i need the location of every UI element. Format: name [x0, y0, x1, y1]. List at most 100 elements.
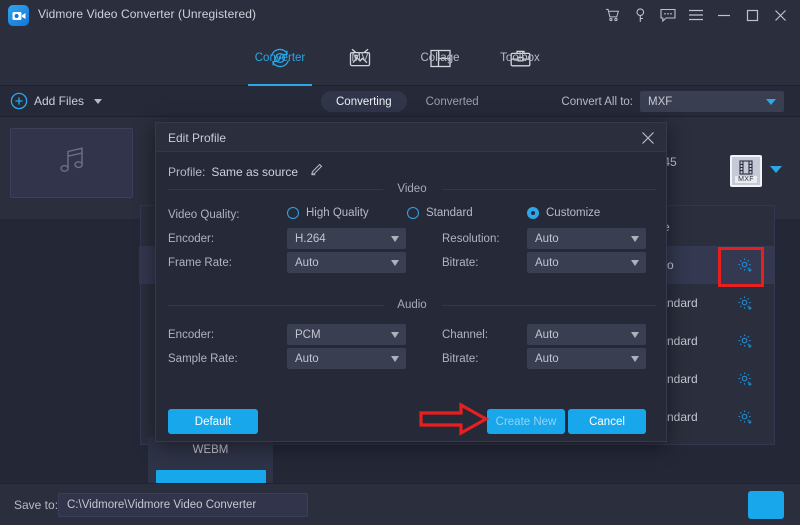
- add-files-button[interactable]: Add Files: [10, 92, 102, 110]
- chevron-down-icon: [766, 99, 776, 105]
- audio-channel-label: Channel:: [442, 329, 488, 341]
- audio-encoder-label: Encoder:: [168, 329, 214, 341]
- tab-mv[interactable]: MV: [320, 30, 400, 86]
- audio-encoder-value: PCM: [295, 329, 321, 341]
- cart-icon[interactable]: [598, 0, 626, 30]
- radio-standard-label: Standard: [426, 207, 473, 219]
- maximize-icon[interactable]: [738, 0, 766, 30]
- status-tabs: Converting Converted: [321, 91, 494, 112]
- audio-encoder-select[interactable]: PCM: [287, 324, 406, 345]
- chevron-down-icon: [391, 332, 399, 338]
- video-quality-label: Video Quality:: [168, 209, 239, 221]
- save-to-label: Save to:: [14, 498, 58, 512]
- audio-channel-value: Auto: [535, 329, 559, 341]
- convert-all-value: MXF: [648, 96, 672, 108]
- tab-collage-label: Collage: [421, 52, 460, 64]
- convert-all-label: Convert All to:: [561, 96, 633, 108]
- gear-plus-icon[interactable]: [737, 409, 754, 426]
- profile-row: Profile: Same as source: [168, 163, 323, 181]
- close-icon[interactable]: [640, 130, 656, 146]
- tab-converting[interactable]: Converting: [321, 91, 407, 112]
- dialog-title: Edit Profile: [168, 131, 226, 145]
- convert-all-button[interactable]: [748, 491, 784, 519]
- profile-label: Profile:: [168, 165, 205, 179]
- video-resolution-value: Auto: [535, 233, 559, 245]
- dialog-header: Edit Profile: [156, 123, 666, 152]
- file-format-badge[interactable]: MXF: [730, 155, 762, 187]
- menu-icon[interactable]: [682, 0, 710, 30]
- convert-all-to: Convert All to: MXF: [561, 91, 784, 112]
- radio-high-quality[interactable]: High Quality: [287, 207, 369, 219]
- main-nav: Converter MV: [0, 30, 800, 86]
- video-bitrate-value: Auto: [535, 257, 559, 269]
- cancel-button[interactable]: Cancel: [568, 409, 646, 434]
- audio-bitrate-select[interactable]: Auto: [527, 348, 646, 369]
- window-controls: [598, 0, 794, 30]
- tab-toolbox-label: Toolbox: [500, 52, 540, 64]
- chevron-down-icon: [391, 260, 399, 266]
- file-format-badge-label: MXF: [735, 176, 757, 183]
- app-title: Vidmore Video Converter (Unregistered): [38, 7, 256, 21]
- video-resolution-label: Resolution:: [442, 233, 500, 245]
- tab-converter-label: Converter: [255, 52, 306, 64]
- radio-customize-label: Customize: [546, 207, 600, 219]
- radio-high-quality-label: High Quality: [306, 207, 369, 219]
- app-logo-icon: [8, 5, 29, 26]
- radio-dot: [407, 207, 419, 219]
- file-format-chevron-icon[interactable]: [770, 166, 782, 173]
- audio-samplerate-select[interactable]: Auto: [287, 348, 406, 369]
- pencil-icon[interactable]: [310, 163, 323, 181]
- convert-all-select[interactable]: MXF: [640, 91, 784, 112]
- audio-channel-select[interactable]: Auto: [527, 324, 646, 345]
- gear-plus-icon[interactable]: [737, 295, 754, 312]
- tab-toolbox[interactable]: Toolbox: [480, 30, 560, 86]
- chevron-down-icon: [631, 260, 639, 266]
- video-resolution-select[interactable]: Auto: [527, 228, 646, 249]
- gear-plus-icon[interactable]: [737, 333, 754, 350]
- plus-circle-icon: [10, 92, 28, 110]
- radio-standard[interactable]: Standard: [407, 207, 473, 219]
- video-bitrate-select[interactable]: Auto: [527, 252, 646, 273]
- feedback-icon[interactable]: [654, 0, 682, 30]
- chevron-down-icon: [631, 236, 639, 242]
- profile-value: Same as source: [211, 165, 298, 179]
- close-icon[interactable]: [766, 0, 794, 30]
- create-new-button[interactable]: Create New: [487, 409, 565, 434]
- video-encoder-value: H.264: [295, 233, 326, 245]
- edit-profile-dialog: Edit Profile Profile: Same as source Vid…: [155, 122, 667, 442]
- chevron-down-icon: [631, 332, 639, 338]
- annotation-arrow: [419, 402, 489, 441]
- video-framerate-label: Frame Rate:: [168, 257, 232, 269]
- save-bar: Save to: C:\Vidmore\Vidmore Video Conver…: [0, 483, 800, 525]
- radio-dot: [287, 207, 299, 219]
- audio-samplerate-label: Sample Rate:: [168, 353, 238, 365]
- key-icon[interactable]: [626, 0, 654, 30]
- tab-converted[interactable]: Converted: [411, 91, 494, 112]
- default-button[interactable]: Default: [168, 409, 258, 434]
- annotation-highlight-box: [718, 247, 764, 287]
- minimize-icon[interactable]: [710, 0, 738, 30]
- add-files-label: Add Files: [34, 94, 84, 108]
- toolbar: Add Files Converting Converted Convert A…: [0, 86, 800, 117]
- audio-samplerate-value: Auto: [295, 353, 319, 365]
- radio-dot: [527, 207, 539, 219]
- chevron-down-icon[interactable]: [94, 99, 102, 104]
- save-path-input[interactable]: C:\Vidmore\Vidmore Video Converter: [58, 493, 308, 517]
- video-encoder-select[interactable]: H.264: [287, 228, 406, 249]
- chevron-down-icon: [631, 356, 639, 362]
- gear-plus-icon[interactable]: [737, 371, 754, 388]
- tab-mv-label: MV: [351, 52, 368, 64]
- tab-converter[interactable]: Converter: [240, 30, 320, 86]
- title-bar: Vidmore Video Converter (Unregistered): [0, 0, 800, 30]
- video-bitrate-label: Bitrate:: [442, 257, 478, 269]
- file-thumbnail: [10, 128, 133, 198]
- tab-collage[interactable]: Collage: [400, 30, 480, 86]
- audio-bitrate-value: Auto: [535, 353, 559, 365]
- chevron-down-icon: [391, 236, 399, 242]
- chevron-down-icon: [391, 356, 399, 362]
- app-window: Vidmore Video Converter (Unregistered): [0, 0, 800, 525]
- video-encoder-label: Encoder:: [168, 233, 214, 245]
- video-framerate-value: Auto: [295, 257, 319, 269]
- radio-customize[interactable]: Customize: [527, 207, 600, 219]
- video-framerate-select[interactable]: Auto: [287, 252, 406, 273]
